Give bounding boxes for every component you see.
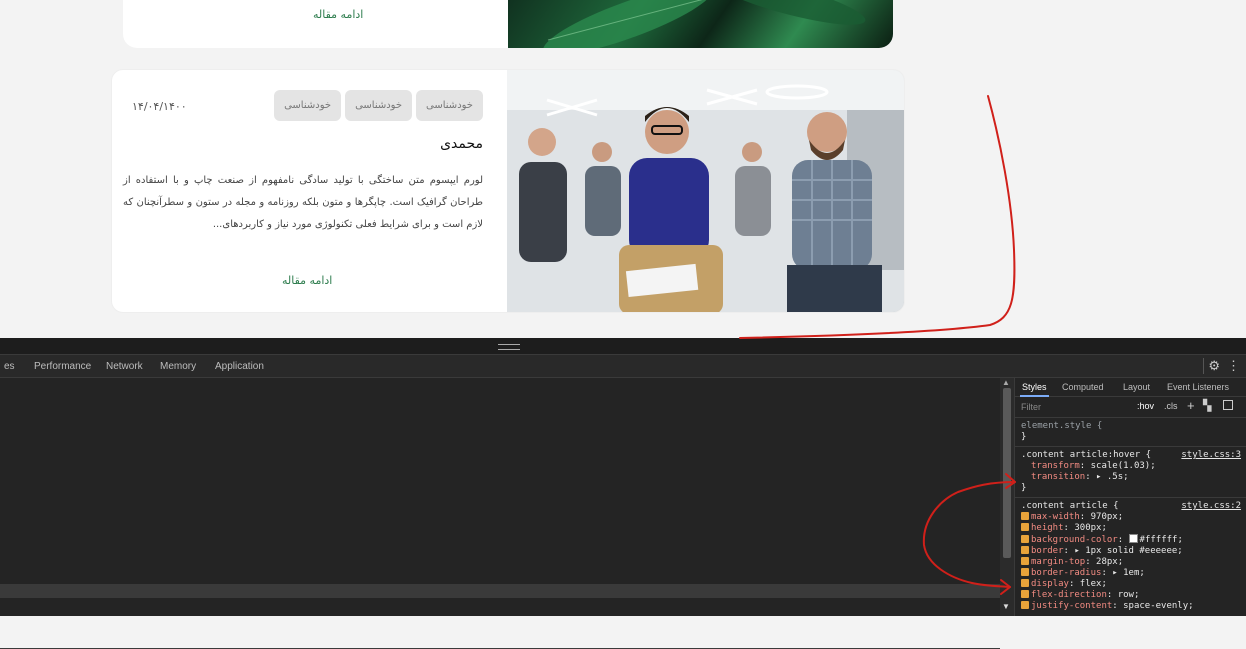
- article-text: خودشناسی خودشناسی خودشناسی ۱۴/۰۴/۱۴۰۰ مح…: [112, 70, 509, 312]
- styles-pane: Styles Computed Layout Event Listeners F…: [1014, 378, 1246, 616]
- read-more-link[interactable]: ادامه مقاله: [313, 8, 363, 21]
- more-vert-icon[interactable]: ⋮: [1227, 358, 1240, 374]
- css-property[interactable]: background-color: #ffffff;: [1021, 534, 1241, 546]
- paint-brush-icon[interactable]: ▚: [1203, 399, 1211, 412]
- computed-sidebar-icon[interactable]: [1223, 400, 1233, 410]
- styles-filter-bar: Filter :hov .cls + ▚: [1015, 397, 1246, 418]
- tab-application[interactable]: Application: [215, 361, 264, 372]
- css-property[interactable]: border: ▸ 1px solid #eeeeee;: [1021, 546, 1241, 557]
- tag-chip[interactable]: خودشناسی: [416, 90, 483, 121]
- gear-icon[interactable]: ⚙: [1208, 358, 1220, 374]
- web-page: ادامه مقاله خودشناسی خودشناسی خودشناسی ۱…: [0, 0, 1246, 338]
- css-property[interactable]: margin-top: 28px;: [1021, 557, 1241, 568]
- tab-event-listeners[interactable]: Event Listeners: [1167, 382, 1229, 392]
- css-property[interactable]: flex-direction: row;: [1021, 590, 1241, 601]
- add-rule-icon[interactable]: +: [1187, 398, 1195, 413]
- css-selector: element.style {: [1021, 421, 1103, 431]
- divider: [1203, 358, 1204, 374]
- tab-performance[interactable]: Performance: [34, 361, 91, 372]
- css-property[interactable]: max-width: 970px;: [1021, 512, 1241, 523]
- article-author: محمدی: [440, 136, 483, 152]
- tag-list: خودشناسی خودشناسی خودشناسی: [274, 90, 483, 121]
- checkbox-icon[interactable]: [1021, 535, 1029, 543]
- devtools-resize-handle[interactable]: [0, 338, 1246, 355]
- read-more-link[interactable]: ادامه مقاله: [282, 274, 332, 287]
- scroll-down-icon[interactable]: ▼: [1002, 602, 1010, 611]
- audience-photo: [507, 70, 904, 312]
- hov-toggle[interactable]: :hov: [1137, 401, 1154, 411]
- color-swatch[interactable]: [1128, 534, 1138, 543]
- css-brace: }: [1021, 432, 1027, 442]
- css-property[interactable]: border-radius: ▸ 1em;: [1021, 568, 1241, 579]
- checkbox-icon[interactable]: [1021, 546, 1029, 554]
- css-property[interactable]: height: 300px;: [1021, 523, 1241, 534]
- checkbox-icon[interactable]: [1021, 568, 1029, 576]
- devtools-panel: es Performance Network Memory Applicatio…: [0, 338, 1246, 649]
- checkbox-icon[interactable]: [1021, 579, 1029, 587]
- article-card[interactable]: خودشناسی خودشناسی خودشناسی ۱۴/۰۴/۱۴۰۰ مح…: [111, 69, 905, 313]
- article-image: [508, 0, 893, 48]
- devtools-tabbar: es Performance Network Memory Applicatio…: [0, 355, 1246, 378]
- styles-pane-tabs: Styles Computed Layout Event Listeners: [1015, 378, 1246, 397]
- article-card-previous[interactable]: ادامه مقاله: [123, 0, 893, 48]
- article-excerpt: لورم ایپسوم متن ساختگی با تولید سادگی نا…: [123, 175, 483, 230]
- tab-layout[interactable]: Layout: [1123, 382, 1150, 392]
- checkbox-icon[interactable]: [1021, 512, 1029, 520]
- scroll-up-icon[interactable]: ▲: [1002, 378, 1010, 387]
- css-rule-element-style[interactable]: element.style { }: [1015, 418, 1246, 447]
- filter-input[interactable]: Filter: [1021, 402, 1041, 412]
- checkbox-icon[interactable]: [1021, 557, 1029, 565]
- grip-icon[interactable]: [498, 344, 520, 350]
- tag-chip[interactable]: خودشناسی: [345, 90, 413, 121]
- css-source-link[interactable]: style.css:3: [1181, 450, 1241, 461]
- tag-chip[interactable]: خودشناسی: [274, 90, 342, 121]
- cls-toggle[interactable]: .cls: [1164, 401, 1178, 411]
- leaf-image: [543, 0, 866, 48]
- tab-sources[interactable]: es: [4, 361, 15, 372]
- tab-computed[interactable]: Computed: [1062, 382, 1104, 392]
- checkbox-icon[interactable]: [1021, 523, 1029, 531]
- devtools-main-area: [0, 378, 1000, 649]
- article-date: ۱۴/۰۴/۱۴۰۰: [132, 100, 187, 113]
- tab-styles[interactable]: Styles: [1020, 382, 1049, 397]
- scrollbar[interactable]: ▲ ▼: [1000, 378, 1014, 616]
- css-property[interactable]: justify-content: space-evenly;: [1021, 601, 1241, 612]
- css-property[interactable]: display: flex;: [1021, 579, 1241, 590]
- css-brace: }: [1021, 483, 1027, 493]
- scrollbar-thumb[interactable]: [1003, 388, 1011, 558]
- css-rule-hover[interactable]: style.css:3 .content article:hover { tra…: [1015, 447, 1246, 498]
- devtools-split-band: [0, 584, 1000, 598]
- css-property[interactable]: transform: scale(1.03);: [1021, 461, 1241, 472]
- tab-network[interactable]: Network: [106, 361, 143, 372]
- article-image: [507, 70, 904, 312]
- tab-memory[interactable]: Memory: [160, 361, 196, 372]
- css-source-link[interactable]: style.css:2: [1181, 501, 1241, 512]
- checkbox-icon[interactable]: [1021, 590, 1029, 598]
- css-property[interactable]: transition: ▸ .5s;: [1021, 472, 1241, 483]
- checkbox-icon[interactable]: [1021, 601, 1029, 609]
- css-rule-article[interactable]: style.css:2 .content article { max-width…: [1015, 498, 1246, 615]
